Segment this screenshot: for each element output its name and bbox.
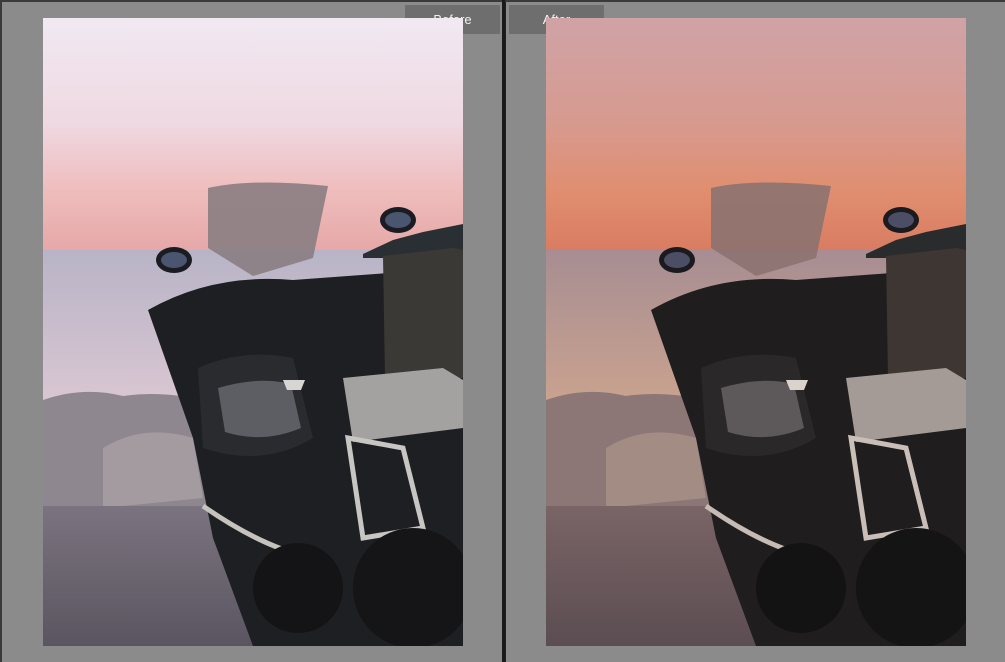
- before-after-compare-view: Before: [0, 0, 1005, 662]
- after-photo-image: [546, 18, 966, 646]
- after-photo[interactable]: [546, 18, 966, 646]
- before-pane[interactable]: Before: [2, 2, 503, 662]
- before-photo-image: [43, 18, 463, 646]
- after-pane[interactable]: After: [505, 2, 1005, 662]
- before-photo[interactable]: [43, 18, 463, 646]
